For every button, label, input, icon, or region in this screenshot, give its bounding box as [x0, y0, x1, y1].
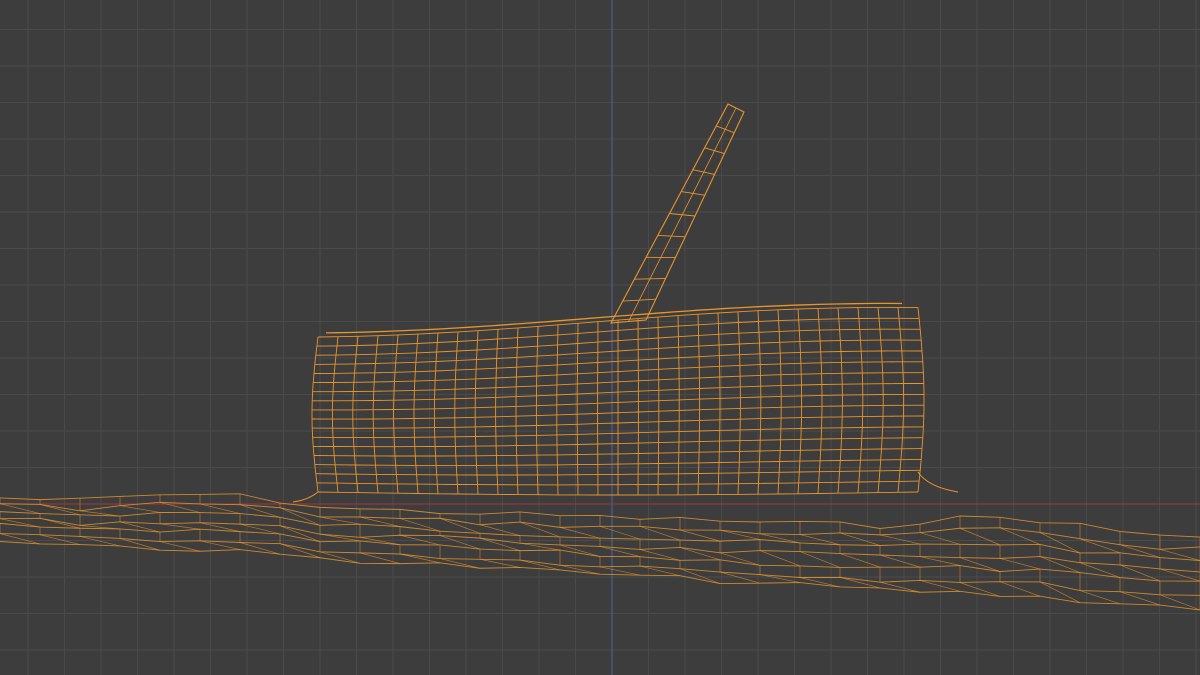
ground-edge-diag — [39, 517, 81, 529]
cylinder-edge-column — [777, 309, 782, 495]
ground-edge-diag — [999, 558, 1041, 570]
cylinder-edge-column — [352, 336, 359, 493]
ground-edge-diag — [399, 553, 441, 564]
ground-edge-diag — [479, 558, 521, 568]
3d-viewport[interactable] — [0, 0, 1200, 675]
cylinder-edge-column — [535, 326, 539, 495]
ground-edge-diag — [599, 525, 641, 540]
ground-edge-diag — [319, 551, 361, 564]
ground-edge-diag — [799, 551, 841, 568]
cylinder-edge-column — [331, 336, 339, 493]
cylinder-edge-column — [515, 327, 519, 495]
ground-edge-diag — [119, 505, 161, 513]
cylinder-edge-column — [372, 335, 379, 493]
ground-edge-diag — [0, 518, 41, 528]
ground-edge-diag — [719, 552, 761, 566]
ground-edge-diag — [159, 523, 201, 530]
ground-edge-diag — [559, 527, 601, 539]
ground-edge-diag — [959, 527, 1001, 546]
cylinder-edge-column — [556, 324, 559, 495]
cylinder-edge-column — [657, 317, 660, 495]
cylinder-edge-column — [917, 307, 925, 493]
cylinder-edge-column — [311, 336, 319, 493]
handle-stick-mesh[interactable] — [610, 103, 745, 324]
cylinder-edge-column — [454, 331, 459, 495]
cylinder-edge-column — [474, 330, 479, 495]
ground-edge-diag — [959, 557, 1001, 572]
cylinder-edge-column — [576, 323, 579, 495]
ground-edge-diag — [679, 547, 721, 561]
cylinder-edge-column — [495, 329, 499, 495]
ground-edge-diag — [239, 542, 281, 555]
ground-edge-diag — [199, 503, 241, 514]
ground-edge-diag — [359, 552, 401, 564]
stick-center-edge — [628, 107, 737, 322]
cylinder-edge-column — [393, 334, 399, 494]
ground-edge-diag — [999, 581, 1041, 597]
ground-edge-diag — [319, 533, 361, 542]
ground-edge-diag — [679, 529, 721, 542]
ground-edge-diag — [879, 554, 921, 568]
ground-terrain-mesh[interactable] — [0, 493, 1200, 611]
ground-edge-diag — [879, 534, 921, 545]
cylinder-edge-column — [877, 307, 884, 493]
ground-edge-diag — [679, 568, 721, 584]
ground-edge-diag — [839, 553, 881, 568]
ground-edge-diag — [1119, 591, 1161, 606]
cylinder-edge-column — [897, 307, 905, 493]
cylinder-edge-column — [677, 315, 680, 495]
cylinder-edge-column — [837, 307, 843, 494]
cylinder-base-flare-right — [917, 471, 959, 493]
ground-edge-diag — [1039, 556, 1081, 573]
cylinder-base-flare-left — [292, 491, 319, 503]
cylinder-edge-column — [797, 308, 803, 494]
ground-edge-row — [0, 522, 1200, 582]
ground-edge-diag — [279, 507, 321, 526]
cylinder-edge-column — [433, 332, 439, 494]
ground-edge-row — [0, 541, 1200, 611]
ground-edge-diag — [879, 581, 921, 593]
cylinder-edge-column — [857, 307, 864, 493]
ground-edge-diag — [279, 525, 321, 542]
ground-edge-diag — [159, 541, 201, 552]
ground-edge-diag — [359, 536, 401, 546]
ground-edge-diag — [799, 577, 841, 588]
stick-outline — [610, 103, 745, 324]
cylinder-edge-column — [817, 308, 823, 494]
ground-edge-diag — [319, 516, 361, 525]
ground-edge-diag — [839, 577, 881, 589]
